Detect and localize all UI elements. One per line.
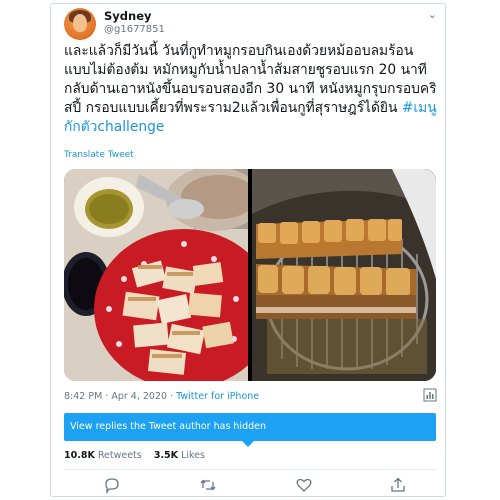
tweet-actions: [51, 474, 447, 496]
analytics-icon[interactable]: [423, 387, 437, 402]
banner-pointer: [242, 441, 254, 447]
avatar[interactable]: [64, 8, 96, 40]
retweets-stat[interactable]: 10.8K Retweets: [64, 450, 142, 461]
user-handle[interactable]: @g1677851: [104, 24, 165, 35]
tweet-body: และแล้วก็มีวันนี้ วันที่กูทำหมูกรอบกินเอ…: [64, 43, 437, 116]
reply-icon[interactable]: [103, 476, 121, 494]
tweet-stats: 10.8K Retweets 3.5K Likes: [64, 450, 205, 461]
photo-crispy-pork-rack-illustration: [252, 169, 436, 381]
hidden-replies-banner[interactable]: View replies the Tweet author has hidden: [64, 413, 436, 447]
divider: [64, 469, 436, 470]
tweet-text: และแล้วก็มีวันนี้ วันที่กูทำหมูกรอบกินเอ…: [64, 42, 438, 137]
likes-count: 3.5K: [153, 450, 179, 461]
photo-crispy-pork-rack[interactable]: [252, 169, 436, 381]
chevron-down-icon[interactable]: ⌄: [428, 8, 437, 21]
photo-crispy-pork-plate[interactable]: [64, 169, 248, 381]
retweets-label: Retweets: [97, 450, 142, 461]
likes-stat[interactable]: 3.5K Likes: [154, 450, 205, 461]
tweet-meta: 8:42 PM · Apr 4, 2020 · Twitter for iPho…: [64, 391, 259, 402]
tweet-media: [64, 169, 436, 381]
avatar-face: [73, 14, 87, 32]
like-icon[interactable]: [295, 476, 313, 494]
share-icon[interactable]: [389, 476, 407, 494]
photo-crispy-pork-plate-illustration: [64, 169, 248, 381]
hidden-replies-label: View replies the Tweet author has hidden: [70, 421, 266, 432]
retweet-icon[interactable]: [199, 476, 217, 494]
user-name[interactable]: Sydney: [104, 9, 152, 23]
translate-tweet-link[interactable]: Translate Tweet: [64, 150, 134, 160]
tweet-source[interactable]: Twitter for iPhone: [176, 391, 259, 402]
tweet-card: Sydney @g1677851 ⌄ และแล้วก็มีวันนี้ วัน…: [50, 3, 446, 497]
retweets-count: 10.8K: [64, 450, 95, 461]
likes-label: Likes: [181, 450, 205, 461]
tweet-timestamp[interactable]: 8:42 PM · Apr 4, 2020 ·: [64, 391, 176, 402]
